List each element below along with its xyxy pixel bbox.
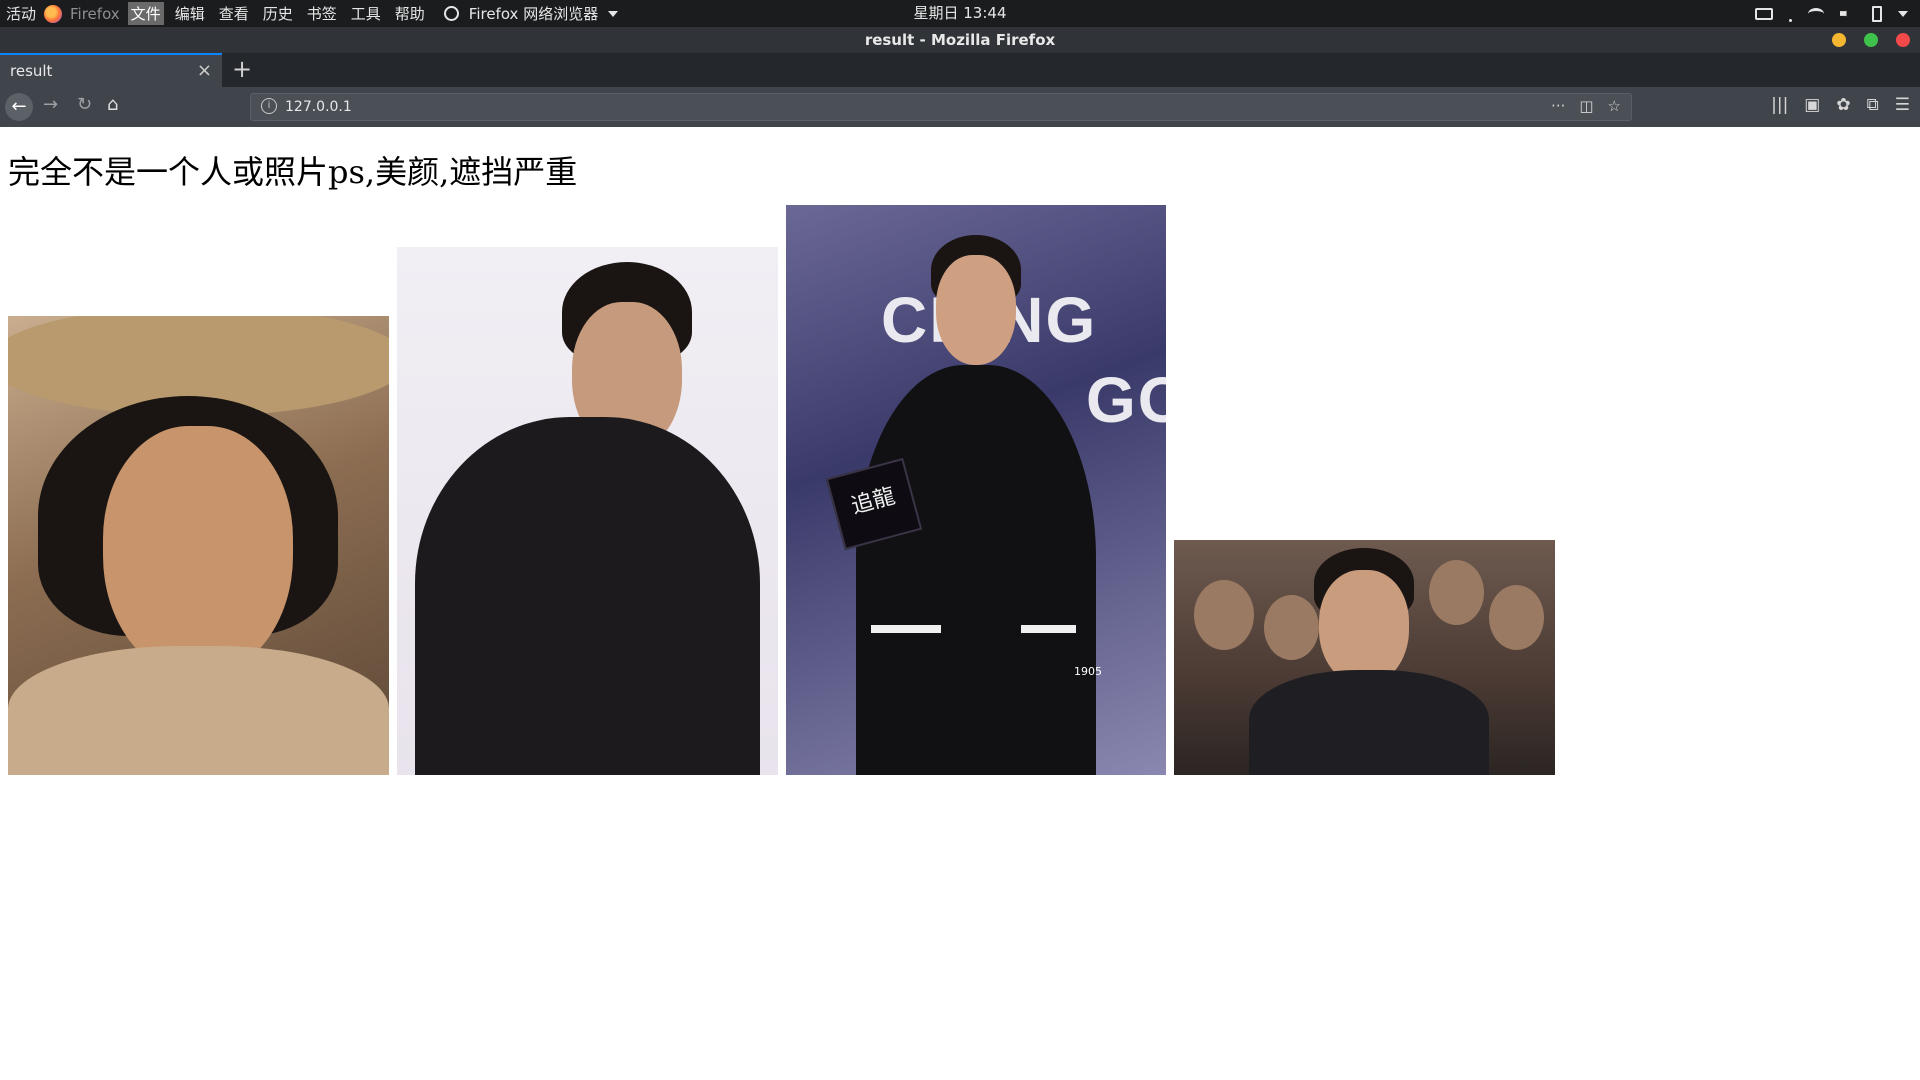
volume-icon[interactable]	[1840, 7, 1852, 20]
hamburger-menu-icon[interactable]: ☰	[1895, 95, 1910, 115]
menu-view[interactable]: 查看	[216, 2, 252, 25]
window-title-bar: result - Mozilla Firefox	[0, 27, 1920, 53]
forward-button[interactable]: →	[43, 94, 58, 115]
close-tab-icon[interactable]: ×	[197, 60, 212, 81]
suit-shape	[415, 417, 760, 775]
library-icon[interactable]: |||	[1771, 95, 1788, 115]
photo-4	[1174, 540, 1555, 775]
jacket-shape	[856, 365, 1096, 775]
menu-help[interactable]: 帮助	[392, 2, 428, 25]
menu-tools[interactable]: 工具	[348, 2, 384, 25]
maximize-button[interactable]	[1864, 33, 1878, 47]
translate-icon[interactable]: ⧉	[1867, 95, 1879, 115]
tab-strip: result × +	[0, 53, 1920, 87]
new-tab-button[interactable]: +	[232, 55, 252, 83]
tab-label: result	[10, 62, 53, 80]
face-shape	[936, 255, 1016, 365]
system-menu-chevron-icon[interactable]	[1898, 10, 1908, 17]
app-menu-name[interactable]: Firefox	[70, 5, 120, 23]
bookmark-star-icon[interactable]: ☆	[1608, 97, 1621, 115]
extension-icon[interactable]: ✿	[1836, 95, 1850, 115]
activities-button[interactable]: 活动	[6, 3, 36, 24]
cuff-stripe	[871, 625, 941, 633]
menu-file[interactable]: 文件	[127, 2, 164, 25]
firefox-small-icon	[443, 6, 459, 21]
crowd-head	[1194, 580, 1254, 650]
window-title: result - Mozilla Firefox	[864, 31, 1056, 49]
chevron-down-icon	[608, 10, 619, 17]
crowd-head	[1489, 585, 1544, 650]
photo-3: CR NG GON 追龍 1905	[786, 205, 1166, 775]
system-top-bar: 活动 Firefox 文件 编辑 查看 历史 书签 工具 帮助 Firefox …	[0, 0, 1920, 27]
shirt-shape	[8, 646, 389, 775]
pocket-icon[interactable]: ◫	[1579, 97, 1593, 115]
cuff-stripe	[1021, 625, 1076, 633]
poster-text-2: GON	[1086, 364, 1166, 436]
reload-button[interactable]: ↻	[77, 94, 92, 115]
firefox-icon	[44, 4, 63, 23]
firefox-browser-menu-label: Firefox 网络浏览器	[468, 5, 599, 23]
menu-history[interactable]: 历史	[260, 2, 296, 25]
home-button[interactable]: ⌂	[107, 94, 118, 115]
face-shape	[1319, 570, 1409, 685]
navigation-toolbar: ← → ↻ ⌂ i 127.0.0.1 ··· ◫ ☆ ||| ▣ ✿ ⧉ ☰	[0, 87, 1920, 127]
crowd-head	[1429, 560, 1484, 625]
indicator-dot-icon	[1789, 19, 1792, 22]
watermark: 1905	[1074, 665, 1102, 678]
face-shape	[103, 426, 293, 676]
page-actions-icon[interactable]: ···	[1551, 97, 1565, 115]
photo-2	[397, 247, 778, 775]
battery-icon[interactable]	[1872, 5, 1882, 22]
suit-shape	[1249, 670, 1489, 775]
crowd-head	[1264, 595, 1319, 660]
back-button[interactable]: ←	[5, 93, 33, 121]
url-text[interactable]: 127.0.0.1	[285, 99, 352, 115]
keyboard-icon[interactable]	[1755, 7, 1773, 20]
menu-bookmarks[interactable]: 书签	[304, 2, 340, 25]
menu-edit[interactable]: 编辑	[172, 2, 208, 25]
sidebar-icon[interactable]: ▣	[1804, 95, 1820, 115]
minimize-button[interactable]	[1832, 33, 1846, 47]
wifi-icon[interactable]	[1808, 7, 1824, 20]
page-heading: 完全不是一个人或照片ps,美颜,遮挡严重	[8, 153, 578, 191]
page-content: 完全不是一个人或照片ps,美颜,遮挡严重 CR NG GON 追龍 1905	[0, 127, 1920, 1080]
firefox-browser-menu[interactable]: Firefox 网络浏览器	[443, 3, 619, 24]
url-bar[interactable]: i 127.0.0.1 ··· ◫ ☆	[250, 93, 1632, 121]
tab-result[interactable]: result ×	[0, 53, 222, 87]
close-window-button[interactable]	[1896, 33, 1910, 47]
photo-1	[8, 316, 389, 775]
site-info-icon[interactable]: i	[261, 98, 277, 114]
